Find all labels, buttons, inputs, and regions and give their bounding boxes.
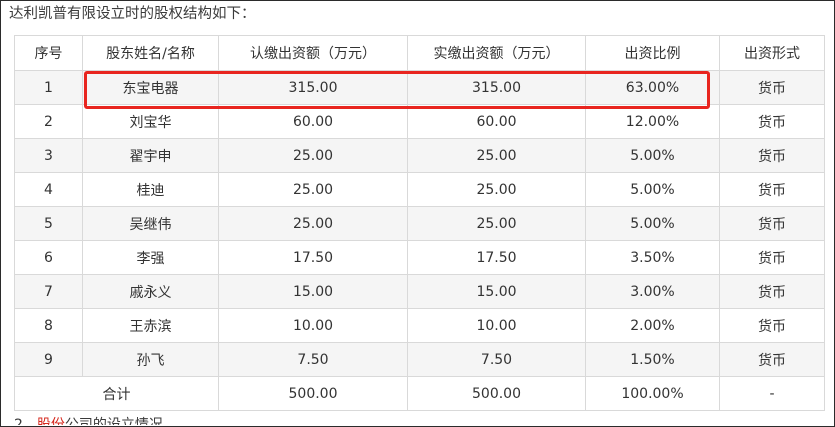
cell-index: 6 bbox=[14, 240, 83, 275]
cell-paid: 17.50 bbox=[407, 240, 586, 275]
total-paid: 500.00 bbox=[407, 376, 586, 411]
cell-ratio: 1.50% bbox=[585, 342, 720, 377]
cell-ratio: 5.00% bbox=[585, 138, 720, 173]
header-ratio: 出资比例 bbox=[585, 35, 720, 71]
cell-ratio: 3.50% bbox=[585, 240, 720, 275]
cell-shareholder: 刘宝华 bbox=[82, 104, 219, 139]
cell-subscribed: 315.00 bbox=[218, 70, 408, 105]
cell-paid: 7.50 bbox=[407, 342, 586, 377]
cell-ratio: 5.00% bbox=[585, 206, 720, 241]
section-number: 2、 bbox=[14, 417, 37, 425]
cell-ratio: 63.00% bbox=[585, 70, 720, 105]
cell-index: 4 bbox=[14, 172, 83, 207]
header-subscribed: 认缴出资额（万元） bbox=[218, 35, 408, 71]
table-row: 7 戚永义 15.00 15.00 3.00% 货币 bbox=[14, 274, 825, 309]
cell-form: 货币 bbox=[719, 274, 825, 309]
total-row: 合计 500.00 500.00 100.00% - bbox=[14, 376, 825, 411]
cell-form: 货币 bbox=[719, 206, 825, 241]
header-paid: 实缴出资额（万元） bbox=[407, 35, 586, 71]
table-row: 4 桂迪 25.00 25.00 5.00% 货币 bbox=[14, 172, 825, 207]
cell-form: 货币 bbox=[719, 172, 825, 207]
highlighted-keyword: 股份 bbox=[36, 417, 65, 425]
cell-shareholder: 桂迪 bbox=[82, 172, 219, 207]
equity-structure-table: 序号 股东姓名/名称 认缴出资额（万元） 实缴出资额（万元） 出资比例 出资形式… bbox=[14, 35, 825, 411]
cell-paid: 15.00 bbox=[407, 274, 586, 309]
cell-form: 货币 bbox=[719, 308, 825, 343]
cell-form: 货币 bbox=[719, 104, 825, 139]
cell-shareholder: 李强 bbox=[82, 240, 219, 275]
cell-paid: 315.00 bbox=[407, 70, 586, 105]
table-row: 2 刘宝华 60.00 60.00 12.00% 货币 bbox=[14, 104, 825, 139]
total-ratio: 100.00% bbox=[585, 376, 720, 411]
table-row: 5 吴继伟 25.00 25.00 5.00% 货币 bbox=[14, 206, 825, 241]
section-title-text: 公司的设立情况 bbox=[64, 417, 163, 425]
table-row: 3 翟宇申 25.00 25.00 5.00% 货币 bbox=[14, 138, 825, 173]
cell-form: 货币 bbox=[719, 240, 825, 275]
cell-paid: 25.00 bbox=[407, 172, 586, 207]
cell-subscribed: 17.50 bbox=[218, 240, 408, 275]
cell-ratio: 5.00% bbox=[585, 172, 720, 207]
cell-paid: 60.00 bbox=[407, 104, 586, 139]
cell-subscribed: 7.50 bbox=[218, 342, 408, 377]
cell-index: 9 bbox=[14, 342, 83, 377]
cell-subscribed: 25.00 bbox=[218, 138, 408, 173]
cell-shareholder: 翟宇申 bbox=[82, 138, 219, 173]
cell-subscribed: 10.00 bbox=[218, 308, 408, 343]
total-subscribed: 500.00 bbox=[218, 376, 408, 411]
next-section-heading: 2、股份公司的设立情况 bbox=[14, 414, 163, 425]
cell-shareholder: 吴继伟 bbox=[82, 206, 219, 241]
cell-index: 2 bbox=[14, 104, 83, 139]
cell-subscribed: 15.00 bbox=[218, 274, 408, 309]
header-index: 序号 bbox=[14, 35, 83, 71]
cell-shareholder: 戚永义 bbox=[82, 274, 219, 309]
cell-form: 货币 bbox=[719, 70, 825, 105]
cell-index: 5 bbox=[14, 206, 83, 241]
cell-index: 8 bbox=[14, 308, 83, 343]
cell-ratio: 2.00% bbox=[585, 308, 720, 343]
cell-paid: 10.00 bbox=[407, 308, 586, 343]
intro-text: 达利凯普有限设立时的股权结构如下： bbox=[9, 6, 256, 22]
cell-index: 7 bbox=[14, 274, 83, 309]
total-form: - bbox=[719, 376, 825, 411]
table-row: 8 王赤滨 10.00 10.00 2.00% 货币 bbox=[14, 308, 825, 343]
table-header-row: 序号 股东姓名/名称 认缴出资额（万元） 实缴出资额（万元） 出资比例 出资形式 bbox=[14, 35, 825, 71]
cell-shareholder: 孙飞 bbox=[82, 342, 219, 377]
cell-subscribed: 25.00 bbox=[218, 206, 408, 241]
cell-shareholder: 王赤滨 bbox=[82, 308, 219, 343]
cell-ratio: 12.00% bbox=[585, 104, 720, 139]
total-label: 合计 bbox=[14, 376, 219, 411]
cell-subscribed: 60.00 bbox=[218, 104, 408, 139]
table-row: 6 李强 17.50 17.50 3.50% 货币 bbox=[14, 240, 825, 275]
table-row: 9 孙飞 7.50 7.50 1.50% 货币 bbox=[14, 342, 825, 377]
cell-paid: 25.00 bbox=[407, 206, 586, 241]
cell-ratio: 3.00% bbox=[585, 274, 720, 309]
cell-subscribed: 25.00 bbox=[218, 172, 408, 207]
header-shareholder: 股东姓名/名称 bbox=[82, 35, 219, 71]
table-row: 1 东宝电器 315.00 315.00 63.00% 货币 bbox=[14, 70, 825, 105]
cell-form: 货币 bbox=[719, 342, 825, 377]
cell-shareholder: 东宝电器 bbox=[82, 70, 219, 105]
header-form: 出资形式 bbox=[719, 35, 825, 71]
cell-form: 货币 bbox=[719, 138, 825, 173]
cell-index: 1 bbox=[14, 70, 83, 105]
cell-paid: 25.00 bbox=[407, 138, 586, 173]
cell-index: 3 bbox=[14, 138, 83, 173]
